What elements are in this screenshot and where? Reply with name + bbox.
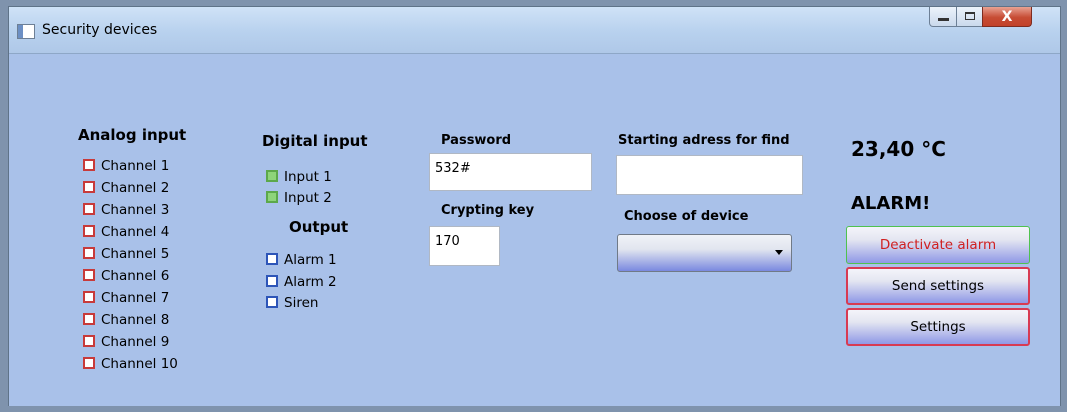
checkbox-icon[interactable] [266,191,278,203]
crypting-key-label: Crypting key [441,203,535,218]
crypting-key-field[interactable]: 170 [429,226,500,266]
checkbox-icon[interactable] [83,159,95,171]
checkbox-icon[interactable] [83,269,95,281]
checkbox-icon[interactable] [83,247,95,259]
device-dropdown[interactable] [617,234,792,272]
channel-6-label: Channel 6 [101,268,170,284]
minimize-icon [938,18,949,21]
input-1-label: Input 1 [284,169,332,185]
password-field[interactable]: 532# [429,153,592,191]
checkbox-icon[interactable] [83,291,95,303]
alarm-status: ALARM! [851,193,931,214]
password-label: Password [441,133,512,148]
maximize-icon [965,12,975,20]
siren-label: Siren [284,295,319,311]
checkbox-icon[interactable] [266,296,278,308]
temperature-readout: 23,40 °C [851,137,946,161]
send-settings-button[interactable]: Send settings [846,267,1030,305]
digital-input-heading: Digital input [262,132,368,150]
alarm-2-label: Alarm 2 [284,274,337,290]
channel-1-label: Channel 1 [101,158,170,174]
minimize-button[interactable] [929,7,957,27]
close-icon: X [1001,9,1013,25]
checkbox-icon[interactable] [83,181,95,193]
checkbox-icon[interactable] [266,170,278,182]
checkbox-icon[interactable] [83,357,95,369]
starting-address-label: Starting adress for find [618,133,790,148]
channel-10-label: Channel 10 [101,356,178,372]
chevron-down-icon [775,250,783,255]
window-title: Security devices [42,22,158,38]
checkbox-icon[interactable] [266,253,278,265]
close-button[interactable]: X [982,7,1032,27]
checkbox-icon[interactable] [83,313,95,325]
channel-3-label: Channel 3 [101,202,170,218]
starting-address-field[interactable] [616,155,803,195]
checkbox-icon[interactable] [266,275,278,287]
checkbox-icon[interactable] [83,225,95,237]
alarm-1-label: Alarm 1 [284,252,337,268]
channel-8-label: Channel 8 [101,312,170,328]
channel-7-label: Channel 7 [101,290,170,306]
security-devices-window: Security devices X Analog input Channel … [8,6,1061,406]
choose-device-label: Choose of device [624,209,749,224]
maximize-button[interactable] [956,7,983,27]
channel-2-label: Channel 2 [101,180,170,196]
input-2-label: Input 2 [284,190,332,206]
output-heading: Output [289,218,349,236]
analog-input-heading: Analog input [78,126,187,144]
window-icon [17,24,35,39]
channel-4-label: Channel 4 [101,224,170,240]
deactivate-alarm-button[interactable]: Deactivate alarm [846,226,1030,264]
channel-9-label: Channel 9 [101,334,170,350]
main-panel: Analog input Channel 1 Channel 2 Channel… [9,54,1060,406]
settings-button[interactable]: Settings [846,308,1030,346]
checkbox-icon[interactable] [83,203,95,215]
channel-5-label: Channel 5 [101,246,170,262]
checkbox-icon[interactable] [83,335,95,347]
title-bar[interactable]: Security devices X [9,7,1060,54]
